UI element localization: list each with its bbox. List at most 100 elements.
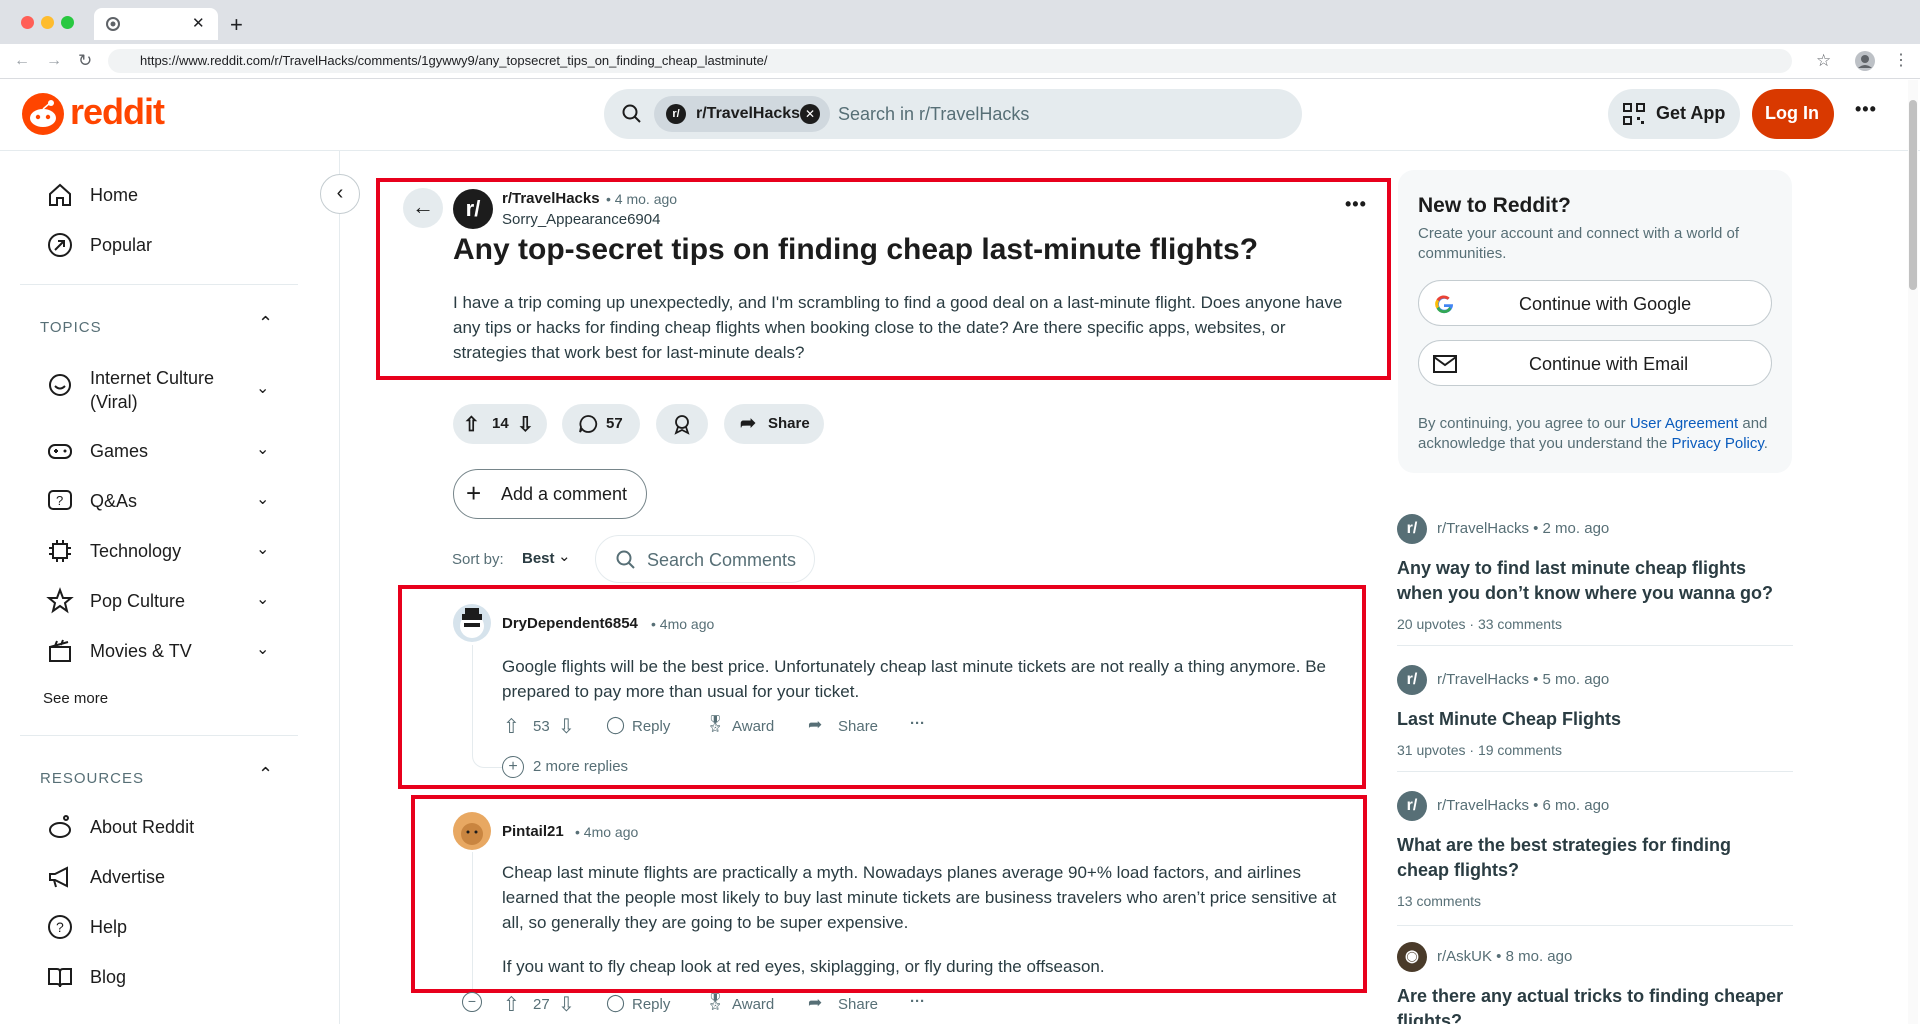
sidebar-item-advertise[interactable]: Advertise [46, 857, 286, 897]
downvote-icon[interactable]: ⇩ [558, 992, 575, 1017]
related-post[interactable]: r/ r/TravelHacks • 5 mo. ago Last Minute… [1397, 665, 1793, 761]
related-subreddit[interactable]: r/TravelHacks • 2 mo. ago [1437, 520, 1609, 537]
comment-more-icon[interactable]: ··· [910, 993, 925, 1010]
browser-tab[interactable]: ✕ [94, 8, 218, 40]
subreddit-avatar-icon[interactable]: r/ [453, 189, 493, 229]
address-bar[interactable]: https://www.reddit.com/r/TravelHacks/com… [108, 49, 1792, 73]
topics-heading[interactable]: TOPICS [40, 319, 102, 336]
share-button[interactable]: Share [838, 996, 878, 1013]
downvote-icon[interactable]: ⇩ [558, 714, 575, 739]
avatar[interactable] [453, 604, 491, 642]
related-title[interactable]: Are there any actual tricks to finding c… [1397, 984, 1787, 1024]
related-subreddit[interactable]: r/TravelHacks • 6 mo. ago [1437, 797, 1609, 814]
privacy-policy-link[interactable]: Privacy Policy [1672, 435, 1764, 452]
chevron-down-icon: ⌄ [256, 380, 270, 397]
expand-replies-icon[interactable]: + [502, 756, 524, 778]
resources-heading[interactable]: RESOURCES [40, 770, 144, 787]
sort-dropdown[interactable]: Best ⌄ [520, 545, 582, 575]
chip-close-icon[interactable]: ✕ [800, 104, 820, 124]
related-post[interactable]: r/ r/TravelHacks • 2 mo. ago Any way to … [1397, 514, 1793, 634]
reply-icon[interactable]: ◯ [606, 715, 625, 735]
downvote-icon[interactable]: ⇩ [517, 412, 534, 437]
sidebar-item-blog[interactable]: Blog [46, 957, 286, 997]
chevron-up-icon[interactable]: ⌃ [258, 313, 273, 334]
upvote-icon[interactable]: ⇧ [503, 992, 520, 1017]
award-button[interactable]: Award [732, 718, 774, 735]
back-arrow-icon[interactable]: ← [14, 52, 30, 70]
chevron-up-icon[interactable]: ⌃ [258, 764, 273, 785]
related-subreddit[interactable]: r/TravelHacks • 5 mo. ago [1437, 671, 1609, 688]
related-title[interactable]: Last Minute Cheap Flights [1397, 707, 1787, 732]
comment-author[interactable]: Pintail21 [502, 823, 564, 840]
upvote-icon[interactable]: ⇧ [463, 412, 480, 437]
related-post[interactable]: r/ r/TravelHacks • 6 mo. ago What are th… [1397, 791, 1793, 911]
post-subreddit[interactable]: r/TravelHacks [502, 190, 600, 207]
award-icon[interactable]: 🎖 [705, 714, 725, 734]
reply-icon[interactable]: ◯ [606, 993, 625, 1013]
continue-google-button[interactable]: Continue with Google [1418, 280, 1772, 326]
collapse-thread-icon[interactable]: − [462, 992, 482, 1012]
forward-arrow-icon[interactable]: → [46, 52, 62, 70]
related-title[interactable]: What are the best strategies for finding… [1397, 833, 1787, 883]
reply-button[interactable]: Reply [632, 996, 670, 1013]
award-button[interactable]: Award [732, 996, 774, 1013]
related-post[interactable]: ◉ r/AskUK • 8 mo. ago Are there any actu… [1397, 942, 1793, 1024]
profile-icon[interactable] [1855, 51, 1875, 71]
reload-icon[interactable]: ↻ [78, 51, 92, 71]
comment-body: Cheap last minute flights are practicall… [502, 863, 1337, 932]
see-more-link[interactable]: See more [43, 690, 108, 707]
comment-body: Google flights will be the best price. U… [502, 657, 1326, 701]
more-options-icon[interactable]: ••• [1855, 99, 1877, 120]
sidebar-item-technology[interactable]: Technology ⌄ [46, 531, 286, 571]
sidebar-item-popular[interactable]: Popular [46, 225, 286, 265]
back-button[interactable]: ← [403, 188, 443, 228]
sidebar-divider [20, 735, 298, 736]
tab-close-icon[interactable]: ✕ [192, 14, 205, 32]
sidebar-item-about-reddit[interactable]: About Reddit [46, 807, 286, 847]
share-icon[interactable]: ➦ [808, 715, 822, 735]
subreddit-search-chip[interactable]: r/ r/TravelHacks ✕ [654, 96, 830, 132]
post-author[interactable]: Sorry_Appearance6904 [502, 211, 660, 228]
share-button[interactable]: Share [838, 718, 878, 735]
related-subreddit[interactable]: r/AskUK • 8 mo. ago [1437, 948, 1572, 965]
new-tab-button[interactable]: + [230, 12, 243, 38]
sidebar-label: Internet Culture (Viral) [90, 368, 215, 412]
sidebar-item-movies-tv[interactable]: Movies & TV ⌄ [46, 631, 286, 671]
login-button[interactable]: Log In [1752, 89, 1834, 139]
bookmark-star-icon[interactable]: ☆ [1816, 51, 1831, 71]
comments-button[interactable]: 57 [562, 404, 640, 444]
award-icon[interactable]: 🎖 [705, 992, 725, 1012]
continue-email-button[interactable]: Continue with Email [1418, 340, 1772, 386]
reply-button[interactable]: Reply [632, 718, 670, 735]
sidebar-item-qas[interactable]: ? Q&As ⌄ [46, 481, 286, 521]
share-icon[interactable]: ➦ [808, 993, 822, 1013]
user-agreement-link[interactable]: User Agreement [1630, 415, 1738, 432]
sidebar-item-pop-culture[interactable]: Pop Culture ⌄ [46, 581, 286, 621]
more-replies-link[interactable]: 2 more replies [533, 758, 628, 775]
award-button[interactable] [656, 404, 708, 444]
comment-more-icon[interactable]: ··· [910, 715, 925, 732]
upvote-icon[interactable]: ⇧ [503, 714, 520, 739]
get-app-button[interactable]: Get App [1608, 89, 1740, 139]
browser-menu-icon[interactable]: ⋮ [1893, 50, 1909, 70]
search-comments-input[interactable]: Search Comments [595, 535, 815, 583]
sidebar-item-home[interactable]: Home [46, 175, 286, 215]
comment-author[interactable]: DryDependent6854 [502, 615, 638, 632]
share-button[interactable]: ➦ Share [724, 404, 824, 444]
add-comment-button[interactable]: + Add a comment [453, 469, 647, 519]
clapperboard-icon [49, 639, 71, 662]
minimize-window-dot[interactable] [41, 16, 54, 29]
post-more-icon[interactable]: ••• [1345, 194, 1367, 215]
reddit-logo-text[interactable]: reddit [70, 91, 165, 133]
collapse-sidebar-button[interactable]: ‹ [320, 174, 360, 214]
reddit-logo-icon[interactable] [22, 93, 64, 135]
close-window-dot[interactable] [21, 16, 34, 29]
search-bar[interactable]: r/ r/TravelHacks ✕ Search in r/TravelHac… [604, 89, 1302, 139]
avatar[interactable] [453, 812, 491, 850]
sidebar-item-games[interactable]: Games ⌄ [46, 431, 286, 471]
scrollbar-thumb[interactable] [1909, 100, 1917, 290]
sidebar-item-internet-culture[interactable]: Internet Culture (Viral) ⌄ [46, 364, 286, 416]
maximize-window-dot[interactable] [61, 16, 74, 29]
related-title[interactable]: Any way to find last minute cheap flight… [1397, 556, 1787, 606]
sidebar-item-help[interactable]: ? Help [46, 907, 286, 947]
